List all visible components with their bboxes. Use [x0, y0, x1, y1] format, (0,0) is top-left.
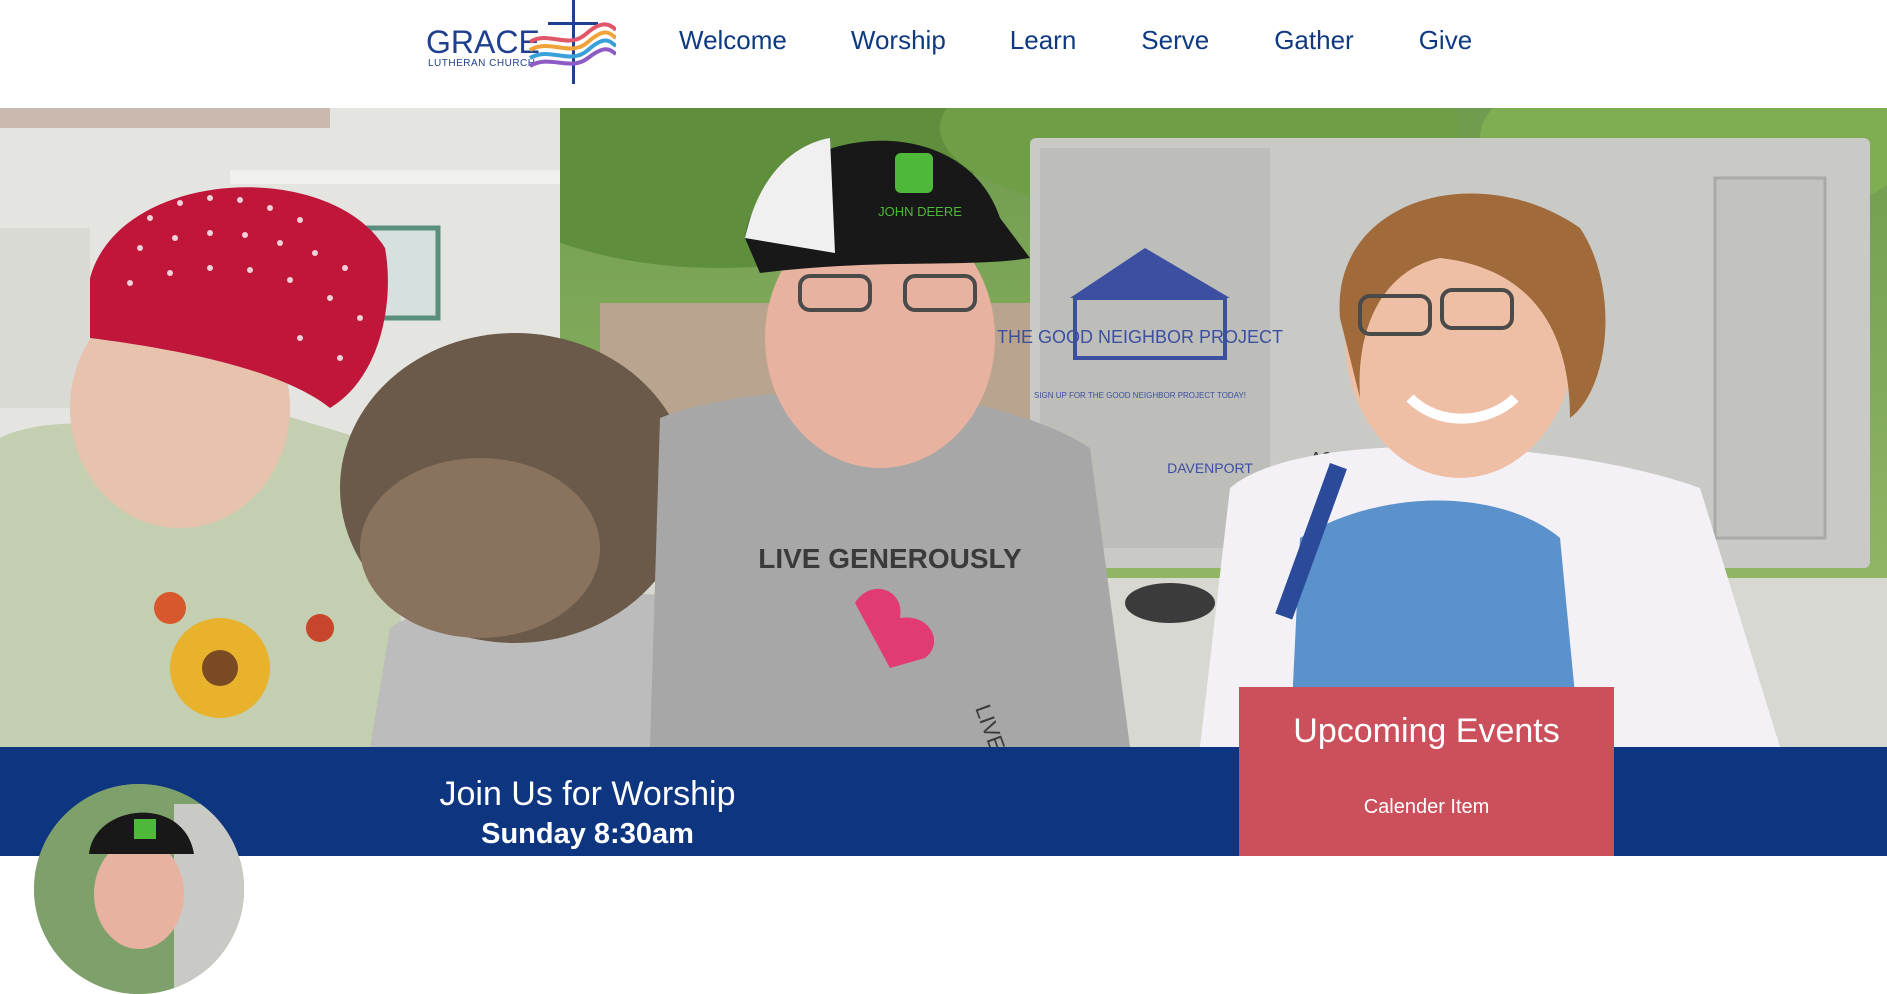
- cross-flame-icon: [528, 0, 616, 84]
- hero-photo: THE GOOD NEIGHBOR PROJECT SIGN UP FOR TH…: [0, 108, 1887, 747]
- featured-photo-thumbnail: [34, 784, 244, 994]
- events-heading: Upcoming Events: [1293, 712, 1560, 750]
- nav-welcome[interactable]: Welcome: [679, 22, 787, 58]
- site-header: GRACE LUTHERAN CHURCH Welcome Worship Le…: [0, 0, 1887, 108]
- shirt-slogan: LIVE GENEROUSLY: [758, 543, 1022, 574]
- calendar-item-link[interactable]: Calender Item: [1239, 795, 1614, 819]
- nav-serve[interactable]: Serve: [1141, 22, 1209, 58]
- trailer-city: DAVENPORT: [1167, 460, 1253, 476]
- volunteers-photo: THE GOOD NEIGHBOR PROJECT SIGN UP FOR TH…: [0, 108, 1887, 747]
- worship-heading: Join Us for Worship: [439, 775, 736, 813]
- cap-brand: JOHN DEERE: [878, 204, 962, 219]
- worship-time: Sunday 8:30am: [481, 818, 694, 850]
- thumbnail-image: [34, 784, 244, 994]
- upcoming-events-panel: Upcoming Events Calender Item: [1239, 687, 1614, 856]
- nav-gather[interactable]: Gather: [1274, 22, 1354, 58]
- trailer-subtitle: SIGN UP FOR THE GOOD NEIGHBOR PROJECT TO…: [1034, 391, 1246, 400]
- logo-subtitle: LUTHERAN CHURCH: [428, 58, 536, 69]
- trailer-title: THE GOOD NEIGHBOR PROJECT: [997, 327, 1283, 347]
- logo-wordmark: GRACE: [426, 24, 540, 60]
- nav-worship[interactable]: Worship: [851, 22, 946, 58]
- nav-learn[interactable]: Learn: [1010, 22, 1077, 58]
- main-nav: Welcome Worship Learn Serve Gather Give: [679, 22, 1472, 58]
- grace-logo[interactable]: GRACE LUTHERAN CHURCH: [424, 0, 616, 84]
- nav-give[interactable]: Give: [1419, 22, 1472, 58]
